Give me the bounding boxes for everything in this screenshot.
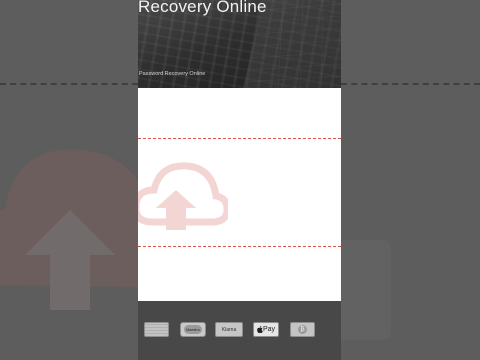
hero-banner: Recovery Online Password Recovery Online [138, 0, 341, 88]
payment-footer: Maestro Klarna Pay ₿ [138, 301, 341, 360]
dashed-divider [138, 138, 341, 139]
payment-label: Klarna [221, 326, 237, 333]
backdrop-divider [0, 83, 138, 85]
page-title: Recovery Online [138, 0, 267, 16]
maestro-badge: Maestro [180, 322, 206, 337]
blurred-cloud-icon [0, 149, 138, 310]
left-blurred-backdrop [0, 0, 138, 360]
maestro-logo: Maestro [184, 325, 202, 334]
breadcrumb[interactable]: Password Recovery Online [139, 71, 205, 77]
apple-pay-badge: Pay [253, 322, 279, 337]
payment-label: Maestro [186, 327, 200, 332]
blurred-shape-icon [341, 240, 391, 340]
american-express-badge [144, 322, 169, 337]
mobile-viewport: Recovery Online Password Recovery Online… [138, 0, 341, 360]
payment-label: ₿ [300, 326, 305, 333]
bitcoin-icon: ₿ [298, 325, 307, 334]
main-content [138, 88, 341, 301]
payment-label: Pay [262, 326, 276, 333]
cloud-upload-icon [138, 162, 228, 230]
backdrop-divider [341, 83, 480, 85]
right-blurred-backdrop [341, 0, 480, 360]
dashed-divider [138, 246, 341, 247]
bitcoin-badge: ₿ [290, 322, 315, 337]
klarna-badge: Klarna [215, 322, 243, 337]
